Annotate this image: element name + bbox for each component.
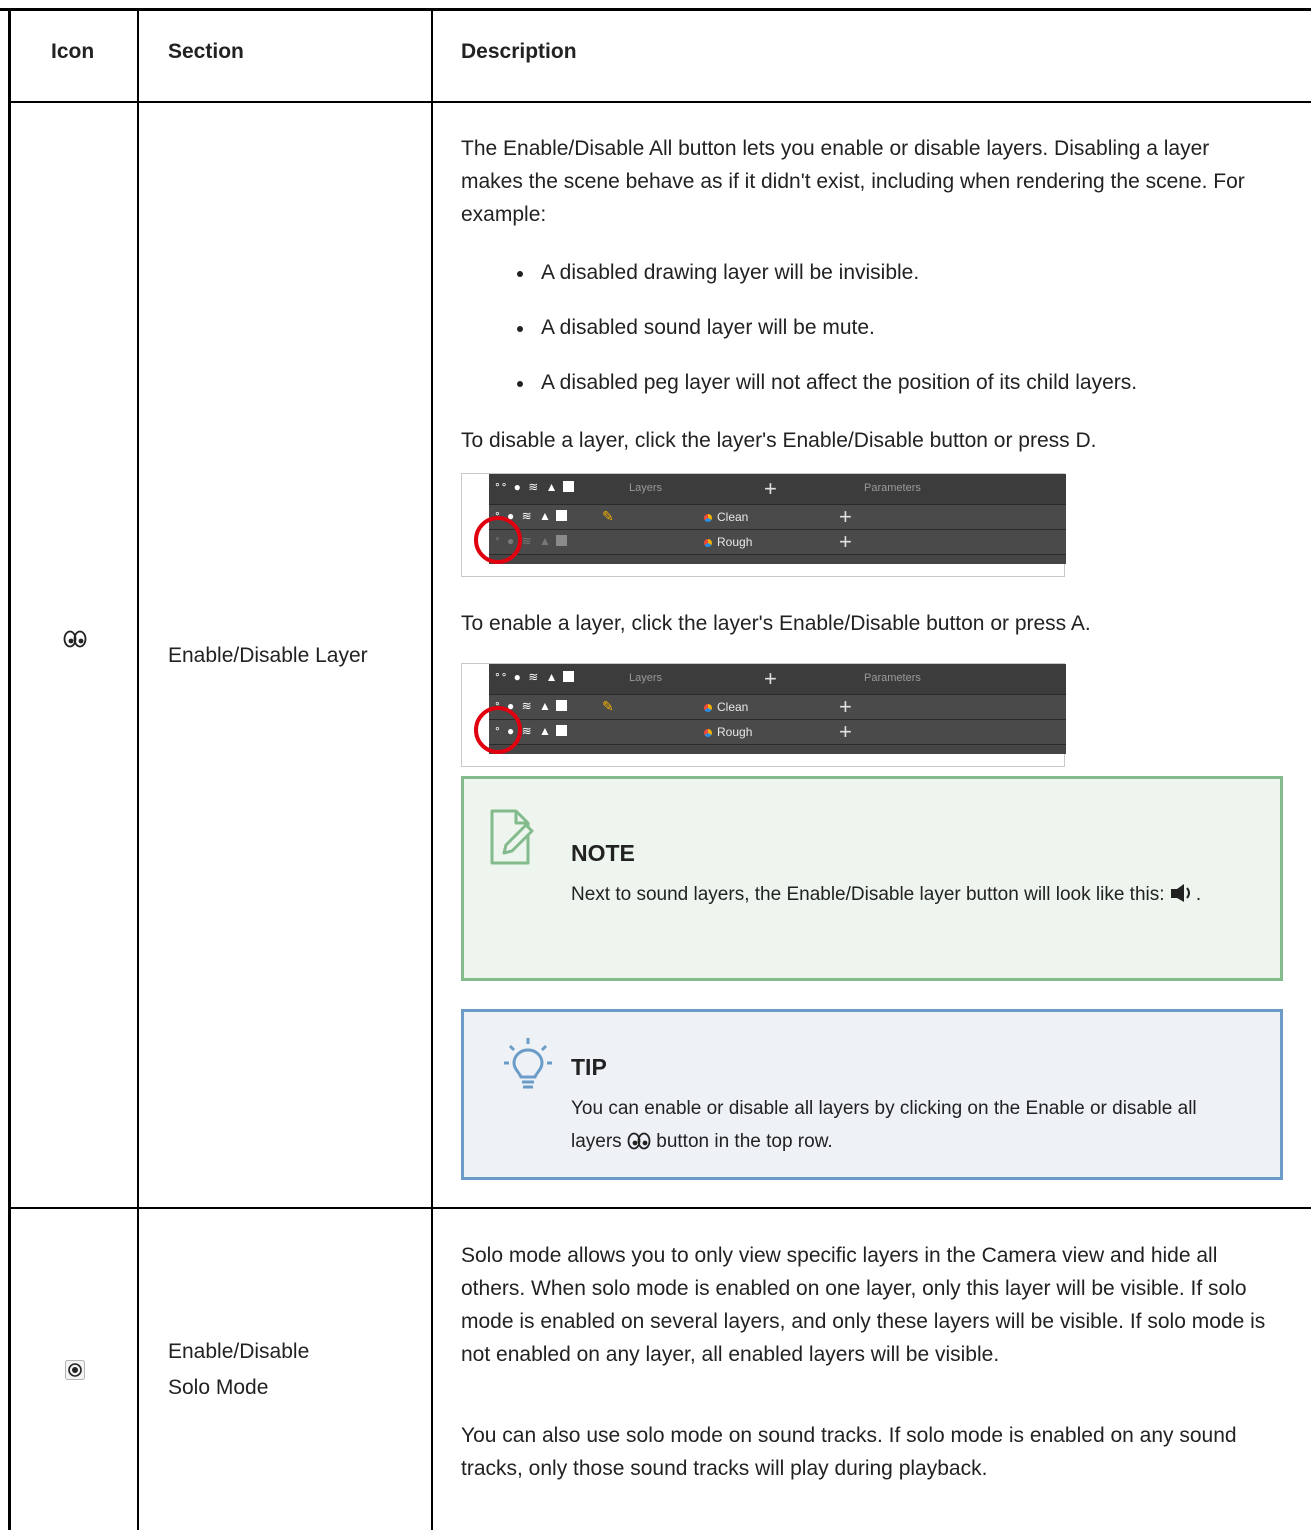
lightbulb-icon (504, 1038, 552, 1099)
layer-add-icon: + (839, 529, 852, 554)
header-bottom-border (8, 101, 1311, 103)
layer-add-icon: + (839, 504, 852, 529)
row1-section: Enable/Disable Layer (168, 644, 368, 667)
layers-header-label: Layers (629, 482, 663, 494)
enable-layer-screenshot: ᐤᐤ ● ≋ ▲ Layers + Parameters ᐤ ● ≋ ▲ ✎ C… (461, 663, 1066, 767)
layers-header-row: ᐤᐤ ● ≋ ▲ Layers + Parameters (489, 664, 1066, 695)
pencil-icon: ✎ (602, 698, 614, 714)
disable-instruction: To disable a layer, click the layer's En… (461, 429, 1097, 452)
layers-panel: ᐤᐤ ● ≋ ▲ Layers + Parameters ᐤ ● ≋ ▲ ✎ C… (489, 474, 1066, 564)
tip-title: TIP (571, 1054, 607, 1080)
attributes-table: Icon Section Description Enable/Disable … (0, 0, 1311, 1530)
row1-bullet-list: A disabled drawing layer will be invisib… (461, 260, 1137, 425)
sound-icon (1170, 881, 1196, 914)
disable-layer-screenshot: ᐤᐤ ● ≋ ▲ Layers + Parameters ᐤ ● ≋ ▲ ✎ C… (461, 473, 1066, 577)
layers-header-row: ᐤᐤ ● ≋ ▲ Layers + Parameters (489, 474, 1066, 505)
header-section: Section (168, 40, 244, 63)
header-toolbar-icons: ᐤᐤ ● ≋ ▲ (495, 480, 574, 494)
list-item: A disabled drawing layer will be invisib… (461, 260, 1137, 315)
list-item: A disabled sound layer will be mute. (461, 315, 1137, 370)
enable-disable-all-icon (63, 630, 87, 648)
highlight-circle (474, 706, 522, 754)
parameters-header-label: Parameters (864, 672, 921, 684)
note-title: NOTE (571, 840, 635, 866)
pencil-icon: ✎ (602, 508, 614, 524)
tip-box: TIP You can enable or disable all layers… (461, 1009, 1283, 1180)
layer-row-clean: ᐤ ● ≋ ▲ ✎ Clean + (489, 505, 1066, 530)
highlight-circle (474, 516, 522, 564)
layer-add-icon: + (839, 694, 852, 719)
row1-bottom-border (8, 1207, 1311, 1209)
row2-para1: Solo mode allows you to only view specif… (461, 1244, 1266, 1366)
row1-intro: The Enable/Disable All button lets you e… (461, 137, 1245, 226)
table-top-border (0, 8, 1311, 11)
parameters-header-label: Parameters (864, 482, 921, 494)
table-left-border (8, 8, 11, 1530)
row2-section-line2: Solo Mode (168, 1376, 269, 1399)
layers-panel: ᐤᐤ ● ≋ ▲ Layers + Parameters ᐤ ● ≋ ▲ ✎ C… (489, 664, 1066, 754)
add-layer-icon: + (764, 476, 777, 501)
header-description: Description (461, 40, 577, 63)
layer-name-rough: Rough (704, 535, 752, 549)
enable-instruction: To enable a layer, click the layer's Ena… (461, 612, 1091, 635)
layer-name-clean: Clean (704, 510, 748, 524)
note-icon (488, 807, 536, 872)
col-divider-1 (137, 8, 139, 1530)
note-body: Next to sound layers, the Enable/Disable… (571, 878, 1231, 914)
header-icon: Icon (51, 40, 95, 63)
layer-add-icon: + (839, 719, 852, 744)
layers-header-label: Layers (629, 672, 663, 684)
layer-row-rough: ᐤ ● ≋ ▲ Rough + (489, 530, 1066, 555)
layer-name-clean: Clean (704, 700, 748, 714)
layer-row-rough: ᐤ ● ≋ ▲ Rough + (489, 720, 1066, 745)
header-toolbar-icons: ᐤᐤ ● ≋ ▲ (495, 670, 574, 684)
row2-section-line1: Enable/Disable (168, 1340, 310, 1363)
add-layer-icon: + (764, 666, 777, 691)
layer-row-clean: ᐤ ● ≋ ▲ ✎ Clean + (489, 695, 1066, 720)
row2-para2: You can also use solo mode on sound trac… (461, 1424, 1237, 1480)
layer-name-rough: Rough (704, 725, 752, 739)
solo-mode-icon (65, 1360, 85, 1380)
enable-disable-all-icon (627, 1128, 651, 1161)
list-item: A disabled peg layer will not affect the… (461, 370, 1137, 425)
tip-body: You can enable or disable all layers by … (571, 1092, 1231, 1161)
note-box: NOTE Next to sound layers, the Enable/Di… (461, 776, 1283, 981)
col-divider-2 (431, 8, 433, 1530)
